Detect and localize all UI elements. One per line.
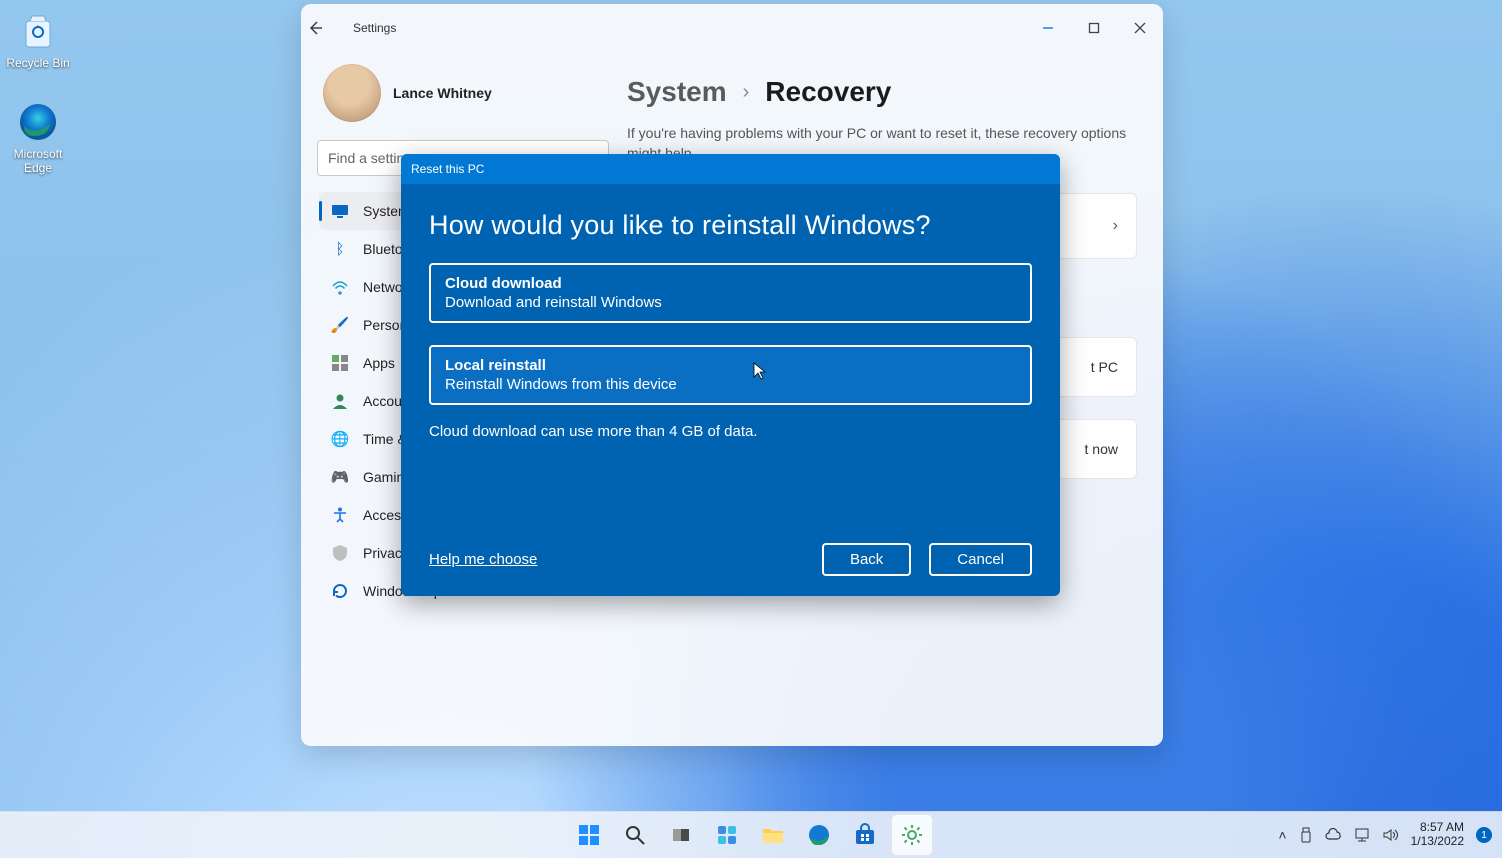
tray-network-icon[interactable] (1355, 828, 1371, 842)
breadcrumb-parent[interactable]: System (627, 76, 727, 108)
taskbar-clock[interactable]: 8:57 AM 1/13/2022 (1411, 821, 1464, 849)
widgets-button[interactable] (707, 815, 747, 855)
breadcrumb: System › Recovery (627, 76, 1137, 108)
person-icon (331, 392, 349, 410)
dialog-titlebar: Reset this PC (401, 154, 1060, 184)
option-cloud-download[interactable]: Cloud download Download and reinstall Wi… (429, 263, 1032, 323)
sidebar-item-label: Apps (363, 355, 395, 371)
globe-icon: 🌐 (331, 430, 349, 448)
taskbar-time: 8:57 AM (1411, 821, 1464, 835)
option-desc: Download and reinstall Windows (445, 294, 1016, 311)
option-local-reinstall[interactable]: Local reinstall Reinstall Windows from t… (429, 345, 1032, 405)
taskbar-settings[interactable] (891, 814, 933, 856)
chevron-right-icon: › (743, 81, 750, 104)
start-button[interactable] (569, 815, 609, 855)
taskbar-store[interactable] (845, 815, 885, 855)
gamepad-icon: 🎮 (331, 468, 349, 486)
desktop-icon-label: Microsoft Edge (3, 147, 73, 175)
option-title: Cloud download (445, 275, 1016, 292)
search-placeholder: Find a setting (328, 150, 412, 166)
tray-volume-icon[interactable] (1383, 828, 1399, 842)
desktop-icon-label: Recycle Bin (3, 56, 73, 70)
display-icon (331, 202, 349, 220)
account-name: Lance Whitney (393, 85, 492, 101)
accessibility-icon (331, 506, 349, 524)
tray-chevron-up-icon[interactable]: ˄ (1278, 827, 1286, 843)
apps-icon (331, 354, 349, 372)
back-button[interactable] (307, 20, 347, 36)
breadcrumb-current: Recovery (765, 76, 891, 108)
dialog-heading: How would you like to reinstall Windows? (429, 210, 1032, 241)
window-maximize-button[interactable] (1071, 12, 1117, 44)
window-titlebar: Settings (301, 4, 1163, 52)
window-minimize-button[interactable] (1025, 12, 1071, 44)
help-me-choose-link[interactable]: Help me choose (429, 551, 537, 568)
cancel-button[interactable]: Cancel (929, 543, 1032, 576)
wifi-icon (331, 278, 349, 296)
recovery-button-label: t PC (1091, 359, 1118, 375)
option-title: Local reinstall (445, 357, 1016, 374)
bluetooth-icon: ᛒ (331, 240, 349, 258)
edge-icon (16, 100, 60, 144)
account-header[interactable]: Lance Whitney (323, 64, 617, 122)
taskbar: ˄ 8:57 AM 1/13/2022 1 (0, 811, 1502, 858)
tray-onedrive-icon[interactable] (1325, 828, 1343, 842)
window-title: Settings (353, 21, 396, 35)
update-icon (331, 582, 349, 600)
dialog-note: Cloud download can use more than 4 GB of… (429, 423, 1032, 440)
brush-icon: 🖌️ (331, 316, 349, 334)
task-view-button[interactable] (661, 815, 701, 855)
notification-badge[interactable]: 1 (1476, 827, 1492, 843)
option-desc: Reinstall Windows from this device (445, 376, 1016, 393)
desktop-icon-edge[interactable]: Microsoft Edge (3, 100, 73, 175)
chevron-right-icon: › (1113, 217, 1118, 235)
back-button[interactable]: Back (822, 543, 911, 576)
search-button[interactable] (615, 815, 655, 855)
taskbar-date: 1/13/2022 (1411, 835, 1464, 849)
shield-icon (331, 544, 349, 562)
reset-pc-dialog: Reset this PC How would you like to rein… (401, 154, 1060, 596)
avatar (323, 64, 381, 122)
dialog-title: Reset this PC (411, 162, 484, 176)
taskbar-center (569, 812, 933, 858)
desktop: Recycle Bin Microsoft Edge Settings Lan (0, 0, 1502, 858)
tray-usb-icon[interactable] (1299, 827, 1313, 843)
desktop-icon-recycle-bin[interactable]: Recycle Bin (3, 9, 73, 70)
recovery-button-label: t now (1085, 441, 1118, 457)
system-tray: ˄ 8:57 AM 1/13/2022 1 (1278, 812, 1492, 858)
window-close-button[interactable] (1117, 12, 1163, 44)
taskbar-edge[interactable] (799, 815, 839, 855)
taskbar-file-explorer[interactable] (753, 815, 793, 855)
recycle-bin-icon (16, 9, 60, 53)
